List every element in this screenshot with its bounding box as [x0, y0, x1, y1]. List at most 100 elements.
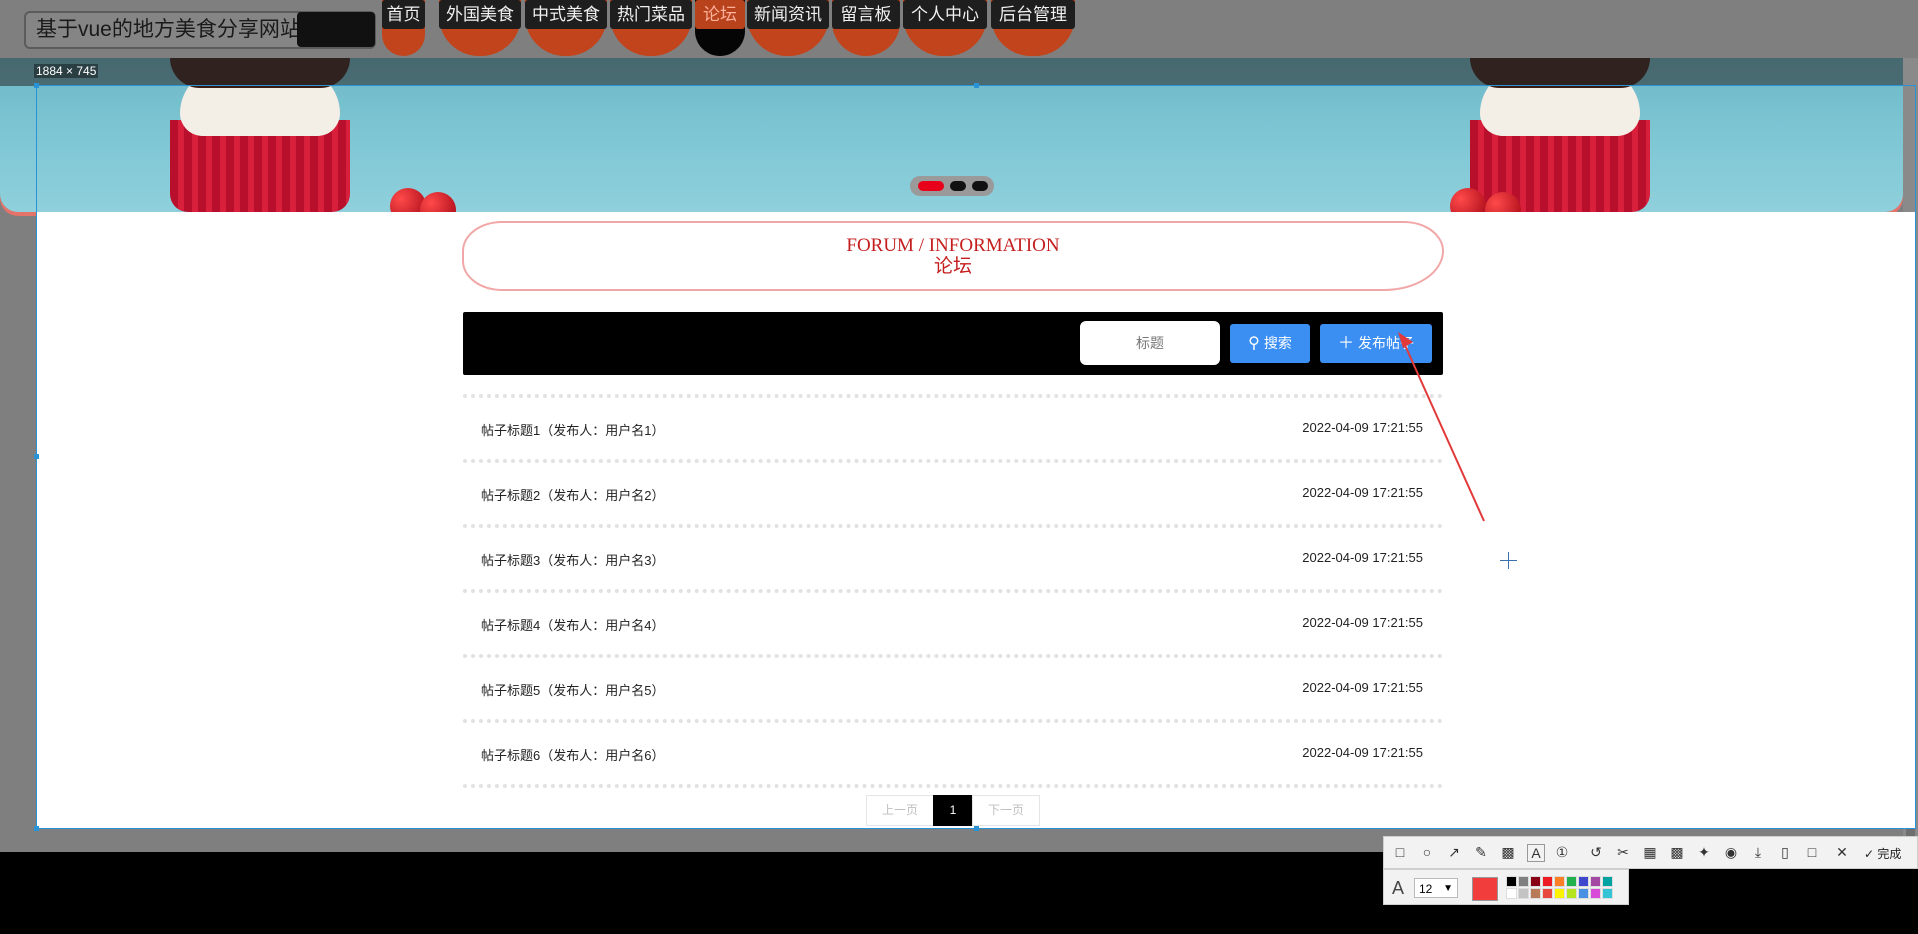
post-row[interactable]: 帖子标题3（发布人：用户名3） 2022-04-09 17:21:55 [463, 524, 1443, 589]
ocr-icon[interactable]: ▩ [1669, 844, 1685, 860]
color-swatch[interactable] [1554, 888, 1565, 899]
color-swatch[interactable] [1578, 888, 1589, 899]
post-time: 2022-04-09 17:21:55 [1302, 420, 1423, 435]
selection-handle[interactable] [34, 826, 39, 831]
nav-item-user-center[interactable]: 个人中心 [903, 0, 987, 58]
nav-item-admin[interactable]: 后台管理 [991, 0, 1075, 58]
pen-tool-icon[interactable]: ✎ [1473, 844, 1489, 860]
ellipse-tool-icon[interactable]: ○ [1419, 844, 1435, 860]
carousel-dot-2[interactable] [950, 181, 966, 191]
selection-handle[interactable] [974, 826, 979, 831]
post-row[interactable]: 帖子标题2（发布人：用户名2） 2022-04-09 17:21:55 [463, 459, 1443, 524]
color-swatch[interactable] [1506, 876, 1517, 887]
carousel-indicators [910, 176, 994, 196]
site-title-block [297, 12, 375, 47]
prev-page-button[interactable]: 上一页 [866, 795, 934, 826]
color-swatch[interactable] [1566, 888, 1577, 899]
color-swatch[interactable] [1506, 888, 1517, 899]
font-size-value: 12 [1419, 882, 1433, 896]
selection-handle[interactable] [974, 83, 979, 88]
nav-item-chinese-food[interactable]: 中式美食 [525, 0, 607, 58]
font-icon: A [1392, 878, 1405, 898]
color-swatch[interactable] [1542, 888, 1553, 899]
color-swatch[interactable] [1530, 876, 1541, 887]
color-swatch[interactable] [1566, 876, 1577, 887]
bookmark-icon[interactable]: □ [1804, 844, 1820, 860]
crosshair-cursor-icon [1500, 552, 1517, 569]
arrow-tool-icon[interactable]: ↗ [1446, 844, 1462, 860]
selection-handle[interactable] [34, 454, 39, 459]
nav-item-news[interactable]: 新闻资讯 [747, 0, 829, 58]
post-title[interactable]: 帖子标题5（发布人：用户名5） [481, 680, 664, 699]
next-page-button[interactable]: 下一页 [972, 795, 1040, 826]
post-time: 2022-04-09 17:21:55 [1302, 680, 1423, 695]
post-row[interactable]: 帖子标题6（发布人：用户名6） 2022-04-09 17:21:55 [463, 719, 1443, 784]
undo-icon[interactable]: ↺ [1588, 844, 1604, 860]
number-tool-icon[interactable]: ① [1554, 844, 1570, 860]
nav-label: 个人中心 [903, 0, 987, 29]
nav-item-forum[interactable]: 论坛 [695, 0, 745, 58]
search-input[interactable] [1080, 321, 1220, 365]
font-size-select[interactable]: 12 ▼ [1414, 878, 1458, 898]
color-swatch[interactable] [1518, 876, 1529, 887]
nav-label: 热门菜品 [610, 0, 692, 29]
capture-size-label: 1884 × 745 [34, 64, 99, 78]
selection-handle[interactable] [34, 83, 39, 88]
scissors-icon[interactable]: ✂ [1615, 844, 1631, 860]
annotation-toolbar: □ ○ ↗ ✎ ▩ A ① ↺ ✂ ▦ ▩ ✦ ◉ ⤓ ▯ □ ✕ ✓ 完成 [1383, 836, 1918, 869]
pin-icon[interactable]: ✦ [1696, 844, 1712, 860]
annotation-text-options: A 12 ▼ [1383, 869, 1629, 905]
carousel-dot-1[interactable] [918, 181, 944, 191]
post-title[interactable]: 帖子标题1（发布人：用户名1） [481, 420, 664, 439]
post-row[interactable]: 帖子标题4（发布人：用户名4） 2022-04-09 17:21:55 [463, 589, 1443, 654]
close-icon[interactable]: ✕ [1834, 844, 1850, 860]
color-swatch[interactable] [1542, 876, 1553, 887]
nav-item-message-board[interactable]: 留言板 [832, 0, 900, 58]
download-icon[interactable]: ⤓ [1750, 844, 1766, 860]
color-swatch[interactable] [1590, 888, 1601, 899]
record-icon[interactable]: ◉ [1723, 844, 1739, 860]
nav-label: 留言板 [832, 0, 900, 29]
post-row[interactable]: 帖子标题1（发布人：用户名1） 2022-04-09 17:21:55 [463, 394, 1443, 459]
post-time: 2022-04-09 17:21:55 [1302, 550, 1423, 565]
list-divider [463, 784, 1443, 792]
post-time: 2022-04-09 17:21:55 [1302, 485, 1423, 500]
nav-label: 外国美食 [439, 0, 521, 29]
color-swatch[interactable] [1518, 888, 1529, 899]
nav-label: 论坛 [695, 0, 745, 29]
post-title[interactable]: 帖子标题3（发布人：用户名3） [481, 550, 664, 569]
post-title[interactable]: 帖子标题6（发布人：用户名6） [481, 745, 664, 764]
done-label: 完成 [1877, 847, 1902, 861]
post-row[interactable]: 帖子标题5（发布人：用户名5） 2022-04-09 17:21:55 [463, 654, 1443, 719]
color-swatch[interactable] [1530, 888, 1541, 899]
plus-icon: ＋ [1337, 335, 1354, 352]
new-post-button[interactable]: ＋发布帖子 [1320, 324, 1432, 363]
nav-label: 后台管理 [991, 0, 1075, 29]
current-color-swatch[interactable] [1472, 877, 1498, 901]
new-post-button-label: 发布帖子 [1358, 335, 1414, 351]
post-time: 2022-04-09 17:21:55 [1302, 745, 1423, 760]
post-title[interactable]: 帖子标题2（发布人：用户名2） [481, 485, 664, 504]
mosaic-tool-icon[interactable]: ▩ [1500, 844, 1516, 860]
nav-item-foreign-food[interactable]: 外国美食 [439, 0, 521, 58]
carousel-dot-3[interactable] [972, 181, 988, 191]
color-swatch[interactable] [1602, 888, 1613, 899]
text-tool-icon[interactable]: A [1527, 844, 1545, 862]
rectangle-tool-icon[interactable]: □ [1392, 844, 1408, 860]
phone-icon[interactable]: ▯ [1777, 844, 1793, 860]
page-1-button[interactable]: 1 [933, 795, 973, 826]
banner-dim-overlay [0, 58, 1903, 86]
done-button[interactable]: ✓ 完成 [1864, 845, 1901, 862]
color-swatch[interactable] [1554, 876, 1565, 887]
post-list: 帖子标题1（发布人：用户名1） 2022-04-09 17:21:55 帖子标题2… [463, 394, 1443, 792]
search-button-label: 搜索 [1263, 335, 1292, 351]
color-swatch[interactable] [1590, 876, 1601, 887]
nav-item-hot-dishes[interactable]: 热门菜品 [610, 0, 692, 58]
nav-item-home[interactable]: 首页 [382, 0, 425, 58]
nav-label: 中式美食 [525, 0, 607, 29]
post-title[interactable]: 帖子标题4（发布人：用户名4） [481, 615, 664, 634]
translate-icon[interactable]: ▦ [1642, 844, 1658, 860]
color-swatch[interactable] [1578, 876, 1589, 887]
search-button[interactable]: ⚲ 搜索 [1230, 324, 1310, 363]
color-swatch[interactable] [1602, 876, 1613, 887]
